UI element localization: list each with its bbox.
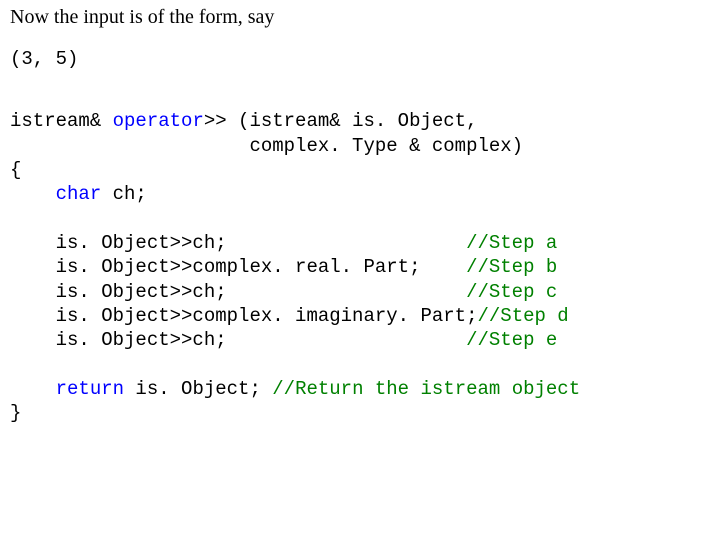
return-rest: is. Object; [124, 378, 272, 400]
keyword-operator: operator [113, 110, 204, 132]
step-a-comment: //Step a [466, 232, 557, 254]
return-indent [10, 378, 56, 400]
step-c-comment: //Step c [466, 281, 557, 303]
return-comment: //Return the istream object [272, 378, 580, 400]
code-block: istream& operator>> (istream& is. Object… [10, 109, 710, 425]
step-d-code: is. Object>>complex. imaginary. Part; [10, 305, 477, 327]
step-e-comment: //Step e [466, 329, 557, 351]
step-e-code: is. Object>>ch; [10, 329, 466, 351]
keyword-char: char [56, 183, 102, 205]
step-a-code: is. Object>>ch; [10, 232, 466, 254]
intro-text: Now the input is of the form, say [10, 6, 710, 29]
code-line-2: complex. Type & complex) [10, 135, 523, 157]
code-line-3: { [10, 159, 21, 181]
code-line-4c: ch; [101, 183, 147, 205]
step-c-code: is. Object>>ch; [10, 281, 466, 303]
slide-page: Now the input is of the form, say (3, 5)… [0, 0, 720, 425]
code-line-1a: istream& [10, 110, 113, 132]
step-d-comment: //Step d [477, 305, 568, 327]
code-line-4a [10, 183, 56, 205]
code-line-end: } [10, 402, 21, 424]
keyword-return: return [56, 378, 124, 400]
step-b-code: is. Object>>complex. real. Part; [10, 256, 466, 278]
example-input: (3, 5) [10, 47, 710, 71]
code-line-1c: >> (istream& is. Object, [204, 110, 478, 132]
spacer [10, 71, 710, 109]
step-b-comment: //Step b [466, 256, 557, 278]
